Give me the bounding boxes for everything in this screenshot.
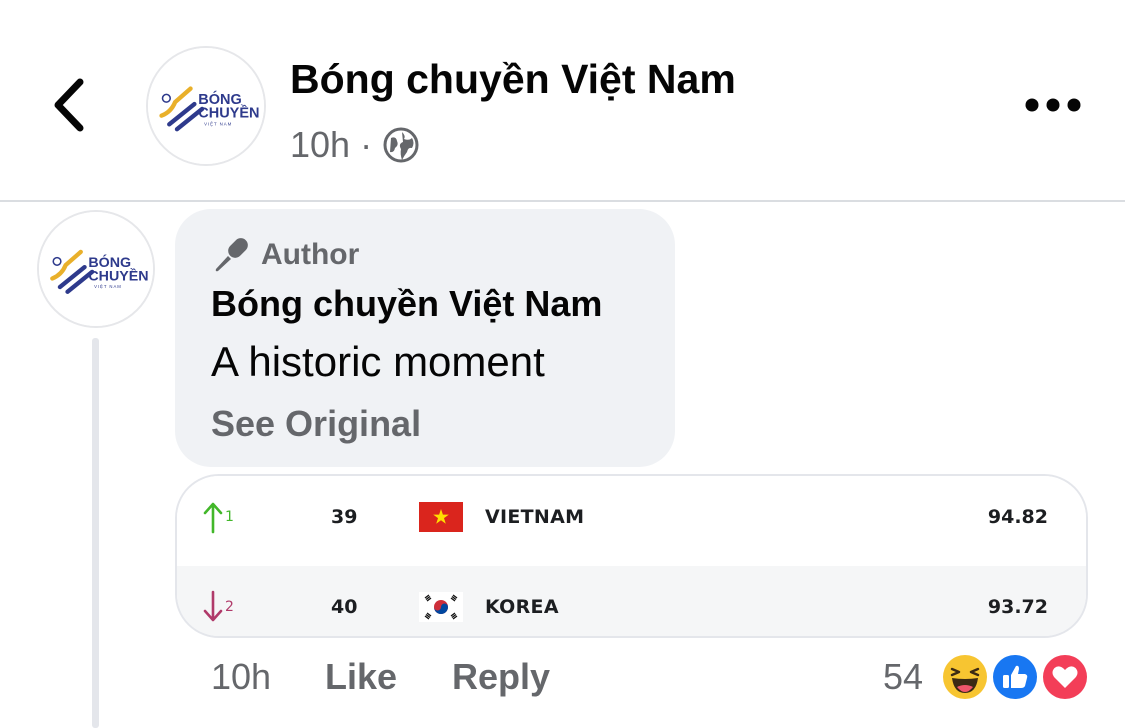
page-avatar[interactable]: BÓNG CHUYỀN VIỆT NAM <box>146 46 266 166</box>
comment-text: A historic moment <box>211 338 545 385</box>
microphone-icon <box>211 235 251 275</box>
svg-text:VIỆT NAM: VIỆT NAM <box>94 284 122 289</box>
like-button[interactable]: Like <box>325 656 397 698</box>
rank-change: 2 <box>225 599 234 615</box>
trend-up-arrow-icon <box>201 500 225 534</box>
page-name[interactable]: Bóng chuyền Việt Nam <box>290 56 736 103</box>
thread-line <box>92 338 99 728</box>
reaction-count[interactable]: 54 <box>883 656 923 698</box>
ranking-image[interactable]: 1 39 VIETNAM 94.82 2 40 KOREA 93.72 <box>175 474 1088 638</box>
rank-position: 39 <box>331 506 358 528</box>
ranking-row: 1 39 VIETNAM 94.82 <box>177 476 1086 558</box>
meta-separator: · <box>360 124 373 165</box>
ranking-row: 2 40 KOREA 93.72 <box>177 566 1086 636</box>
more-horizontal-icon[interactable] <box>1022 88 1084 122</box>
country-name: VIETNAM <box>485 506 585 528</box>
comment-time[interactable]: 10h <box>211 656 271 698</box>
page-logo: BÓNG CHUYỀN VIỆT NAM <box>39 212 153 326</box>
page-logo: BÓNG CHUYỀN VIỆT NAM <box>148 48 264 164</box>
svg-text:VIỆT NAM: VIỆT NAM <box>204 121 232 126</box>
post-time[interactable]: 10h <box>290 124 350 166</box>
author-badge: Author <box>211 235 359 275</box>
like-icon <box>990 652 1040 702</box>
korea-flag <box>419 592 463 622</box>
vietnam-flag <box>419 502 463 532</box>
svg-text:CHUYỀN: CHUYỀN <box>88 267 148 284</box>
author-badge-label: Author <box>261 238 360 271</box>
svg-text:CHUYỀN: CHUYỀN <box>198 105 259 122</box>
trend-down-arrow-icon <box>201 590 225 624</box>
ranking-points: 94.82 <box>987 506 1048 528</box>
globe-icon[interactable] <box>382 126 420 164</box>
reactions-summary[interactable] <box>940 652 1090 702</box>
haha-icon <box>940 652 990 702</box>
back-icon[interactable] <box>40 70 100 140</box>
comment-avatar[interactable]: BÓNG CHUYỀN VIỆT NAM <box>37 210 155 328</box>
ranking-points: 93.72 <box>987 596 1048 618</box>
header-divider <box>0 200 1125 202</box>
reply-button[interactable]: Reply <box>452 656 550 698</box>
love-icon <box>1040 652 1090 702</box>
post-meta: 10h · <box>290 124 420 166</box>
rank-position: 40 <box>331 596 358 618</box>
comment-author-name[interactable]: Bóng chuyền Việt Nam <box>211 283 602 325</box>
see-original-link[interactable]: See Original <box>211 403 421 445</box>
country-name: KOREA <box>485 596 559 618</box>
rank-change: 1 <box>225 509 234 525</box>
